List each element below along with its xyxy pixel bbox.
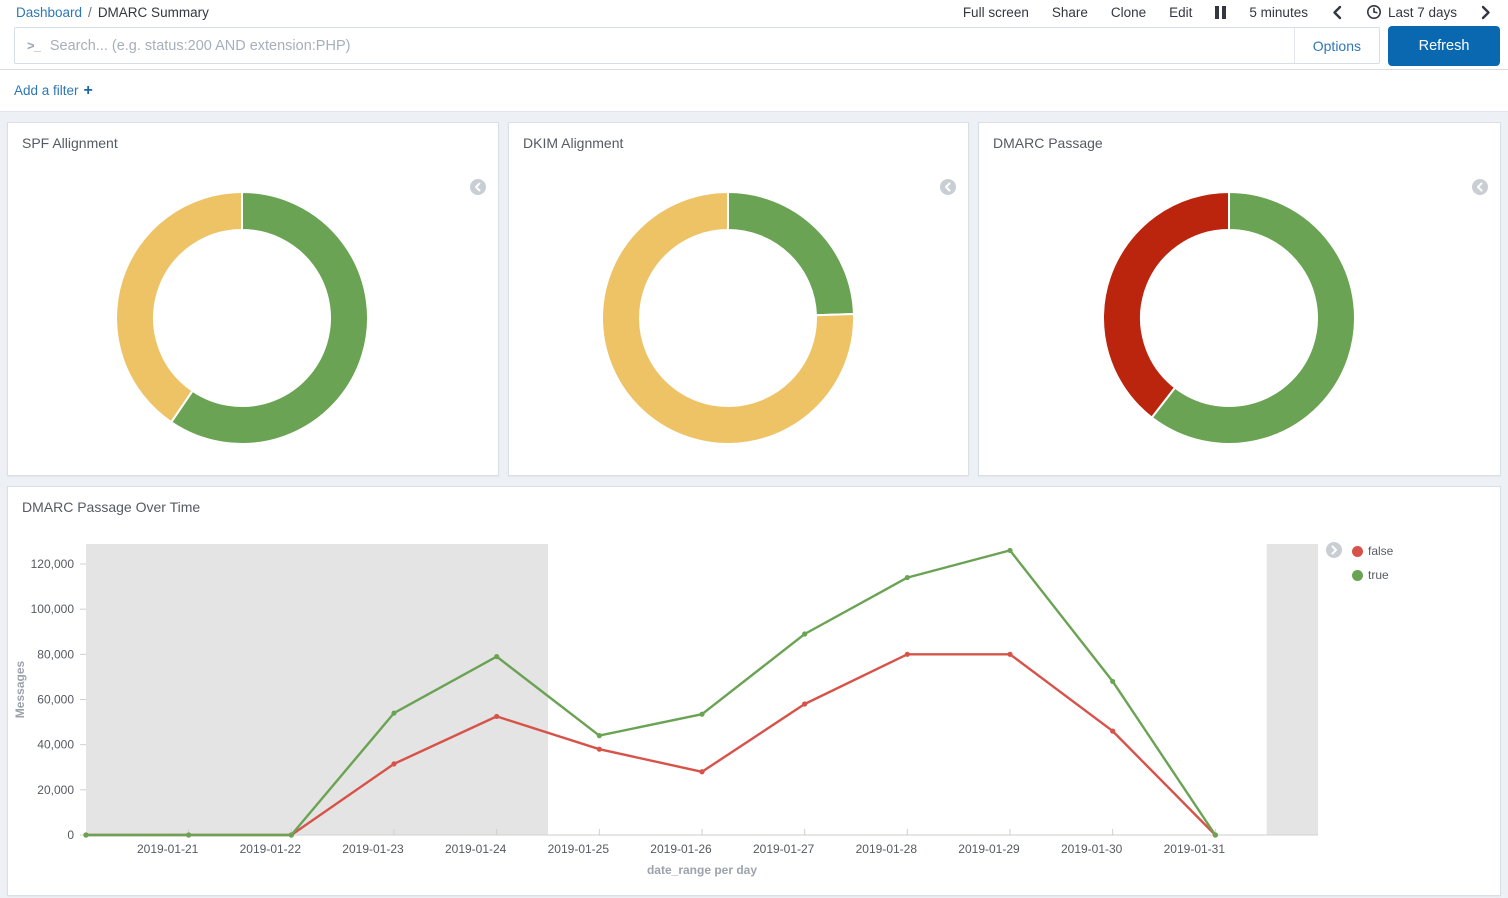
- time-back-chevron-icon[interactable]: [1331, 5, 1343, 20]
- data-point-false[interactable]: [597, 747, 602, 752]
- donut-slice-false[interactable]: [1102, 192, 1228, 418]
- clone-button[interactable]: Clone: [1111, 5, 1146, 20]
- data-point-true[interactable]: [802, 631, 807, 636]
- legend-item-false[interactable]: false: [1352, 544, 1393, 558]
- legend-collapse-icon[interactable]: [1472, 179, 1488, 195]
- time-forward-chevron-icon[interactable]: [1480, 5, 1492, 20]
- full-screen-button[interactable]: Full screen: [963, 5, 1029, 20]
- plus-icon: +: [84, 83, 93, 99]
- clock-icon: [1366, 4, 1382, 20]
- nav-actions: Full screen Share Clone Edit 5 minutes L…: [963, 4, 1492, 20]
- add-filter-label: Add a filter: [14, 83, 79, 98]
- data-point-true[interactable]: [597, 733, 602, 738]
- legend-item-true[interactable]: true: [1352, 568, 1393, 582]
- dashboard-grid: SPF Allignment DKIM Alignment DMARC Pass…: [0, 112, 1508, 898]
- data-point-true[interactable]: [83, 832, 88, 837]
- panel-dmarc-passage: DMARC Passage: [978, 122, 1501, 476]
- data-point-false[interactable]: [494, 714, 499, 719]
- terminal-prompt-icon: >_: [15, 38, 50, 53]
- search-input[interactable]: [50, 28, 1294, 63]
- spf-donut-chart[interactable]: [112, 188, 372, 448]
- data-point-true[interactable]: [289, 832, 294, 837]
- top-navbar: Dashboard / DMARC Summary Full screen Sh…: [0, 0, 1508, 24]
- share-button[interactable]: Share: [1052, 5, 1088, 20]
- data-point-true[interactable]: [905, 575, 910, 580]
- breadcrumb-dashboard-link[interactable]: Dashboard: [16, 5, 82, 20]
- page-title: DMARC Summary: [98, 5, 209, 20]
- panel-title: SPF Allignment: [8, 123, 498, 163]
- false-series-color-dot: [1352, 546, 1363, 557]
- legend-collapse-icon[interactable]: [470, 179, 486, 195]
- legend-expand-icon[interactable]: [1326, 542, 1342, 558]
- legend-label: false: [1368, 544, 1393, 558]
- dmarc-over-time-line-chart[interactable]: 0 20,000 40,000 60,000 80,000 100,000 120,000 2…: [8, 487, 1500, 895]
- x-axis-tick-label: 2019-01-28: [856, 842, 918, 856]
- panel-dkim-alignment: DKIM Alignment: [508, 122, 969, 476]
- data-point-false[interactable]: [1110, 729, 1115, 734]
- x-axis-tick-label: 2019-01-23: [342, 842, 404, 856]
- y-axis-tick-label: 120,000: [31, 557, 75, 571]
- dkim-donut-chart[interactable]: [598, 188, 858, 448]
- y-axis-tick-label: 40,000: [37, 738, 74, 752]
- y-axis-tick-label: 100,000: [31, 602, 75, 616]
- panel-spf-alignment: SPF Allignment: [7, 122, 499, 476]
- y-axis-tick-label: 0: [67, 828, 74, 842]
- chart-legend: false true: [1352, 544, 1393, 582]
- x-axis-tick-label: 2019-01-31: [1164, 842, 1226, 856]
- y-axis-tick-label: 80,000: [37, 647, 74, 661]
- add-filter-link[interactable]: Add a filter +: [14, 83, 93, 99]
- panel-dmarc-over-time: 0 20,000 40,000 60,000 80,000 100,000 120,000 2…: [7, 486, 1501, 896]
- time-range-label: Last 7 days: [1388, 5, 1457, 20]
- filter-bar: Add a filter +: [0, 70, 1508, 112]
- data-point-false[interactable]: [905, 652, 910, 657]
- time-picker-button[interactable]: Last 7 days: [1366, 4, 1457, 20]
- x-axis-tick-label: 2019-01-25: [548, 842, 610, 856]
- data-point-true[interactable]: [1110, 679, 1115, 684]
- data-point-false[interactable]: [699, 769, 704, 774]
- incomplete-data-endzone-right: [1267, 544, 1318, 835]
- panel-title: DMARC Passage Over Time: [8, 487, 1500, 527]
- x-axis-title: date_range per day: [647, 863, 757, 877]
- search-bar: >_ Options: [14, 27, 1380, 64]
- pause-autorefresh-icon[interactable]: [1215, 6, 1226, 19]
- donut-slice-true[interactable]: [728, 192, 854, 315]
- data-point-false[interactable]: [1007, 652, 1012, 657]
- y-axis-tick-label: 20,000: [37, 783, 74, 797]
- data-point-true[interactable]: [699, 712, 704, 717]
- refresh-interval-button[interactable]: 5 minutes: [1249, 5, 1308, 20]
- edit-button[interactable]: Edit: [1169, 5, 1192, 20]
- data-point-true[interactable]: [1007, 548, 1012, 553]
- data-point-true[interactable]: [494, 654, 499, 659]
- x-axis-tick-label: 2019-01-29: [958, 842, 1020, 856]
- dmarc-donut-chart[interactable]: [1099, 188, 1359, 448]
- x-axis-tick-label: 2019-01-24: [445, 842, 507, 856]
- panel-title: DMARC Passage: [979, 123, 1500, 163]
- legend-collapse-icon[interactable]: [940, 179, 956, 195]
- y-axis-title: Messages: [13, 660, 27, 718]
- legend-label: true: [1368, 568, 1389, 582]
- donut-slice-false[interactable]: [116, 192, 242, 422]
- query-bar: >_ Options Refresh: [0, 24, 1508, 70]
- x-axis-tick-label: 2019-01-30: [1061, 842, 1123, 856]
- data-point-false[interactable]: [802, 701, 807, 706]
- incomplete-data-endzone-left: [86, 544, 548, 835]
- x-axis-tick-label: 2019-01-21: [137, 842, 199, 856]
- x-axis-tick-label: 2019-01-26: [650, 842, 712, 856]
- data-point-false[interactable]: [391, 761, 396, 766]
- options-button[interactable]: Options: [1294, 28, 1379, 63]
- refresh-button[interactable]: Refresh: [1388, 26, 1500, 66]
- data-point-true[interactable]: [391, 710, 396, 715]
- y-axis-tick-label: 60,000: [37, 693, 74, 707]
- x-axis-tick-label: 2019-01-22: [240, 842, 302, 856]
- breadcrumb: Dashboard / DMARC Summary: [16, 5, 209, 20]
- x-axis-tick-label: 2019-01-27: [753, 842, 815, 856]
- panel-title: DKIM Alignment: [509, 123, 968, 163]
- breadcrumb-separator: /: [88, 5, 92, 20]
- true-series-color-dot: [1352, 570, 1363, 581]
- data-point-true[interactable]: [1213, 832, 1218, 837]
- data-point-true[interactable]: [186, 832, 191, 837]
